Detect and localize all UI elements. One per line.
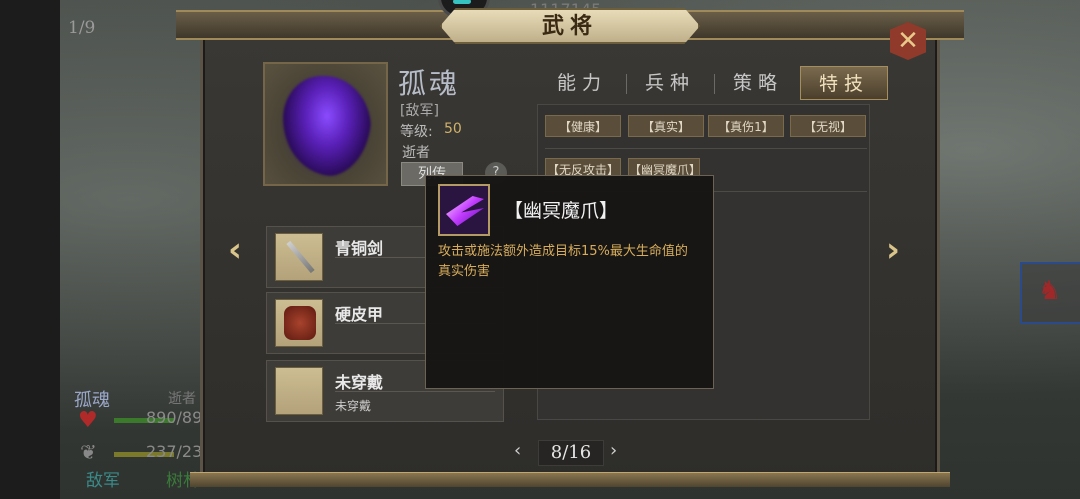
armor-icon [275,299,323,347]
window-title: 武将 [541,13,598,39]
skill-tooltip: 【幽冥魔爪】 攻击或施法额外造成目标15%最大生命值的真实伤害 [425,175,714,389]
next-general-chevron-icon[interactable]: › [886,230,900,270]
unit-sub: 逝者 [168,391,196,407]
close-x-icon: ✕ [897,26,919,56]
character-status: 逝者 [402,145,430,161]
skill-tag[interactable]: 【真伤1】 [708,115,784,137]
tab-bar: 能力 兵种 策略 特技 [538,66,888,100]
page-prev-button[interactable]: ‹ [514,440,521,461]
page-next-button[interactable]: › [610,440,617,461]
ghost-portrait-icon [283,76,371,176]
tab-troop-type[interactable]: 兵种 [626,66,714,100]
level-label: 等级: [400,124,433,140]
equipment-name: 硬皮甲 [335,305,384,324]
ghost-claw-skill-icon [438,184,490,236]
prev-general-chevron-icon[interactable]: ‹ [228,230,242,270]
bottom-bar [190,472,950,487]
sword-icon [275,233,323,281]
page-indicator: 8/16 [538,440,604,466]
mp-text: 237/23 [146,442,203,461]
pager: ‹ 8/16 › [500,440,640,466]
tab-special-skill[interactable]: 特技 [800,66,888,100]
tab-strategy[interactable]: 策略 [714,66,802,100]
enemy-unit-icon: ♞ [1038,276,1062,306]
tooltip-title: 【幽冥魔爪】 [504,200,619,222]
map-unit-marker[interactable]: ♞ [1020,262,1080,324]
character-faction: [敌军] [400,103,439,119]
level-value: 50 [444,121,462,137]
unit-side: 敌军 [86,471,120,491]
tab-ability[interactable]: 能力 [538,66,626,100]
character-portrait [263,62,388,186]
divider [335,391,495,392]
divider [545,148,867,149]
skill-tag[interactable]: 【健康】 [545,115,621,137]
equipment-name: 青铜剑 [335,239,384,258]
equipment-sub: 未穿戴 [335,399,372,413]
feather-icon: ❦ [80,440,97,464]
unit-counter: 1/9 [68,18,96,38]
empty-slot-icon [275,367,323,415]
character-name: 孤魂 [398,67,461,100]
heart-icon: ♥ [78,408,98,433]
tooltip-description: 攻击或施法额外造成目标15%最大生命值的真实伤害 [438,244,688,279]
close-button[interactable]: ✕ [890,22,926,60]
equipment-name: 未穿戴 [335,373,384,392]
skill-tag[interactable]: 【无视】 [790,115,866,137]
skill-tag[interactable]: 【真实】 [628,115,704,137]
left-strip [0,0,60,499]
